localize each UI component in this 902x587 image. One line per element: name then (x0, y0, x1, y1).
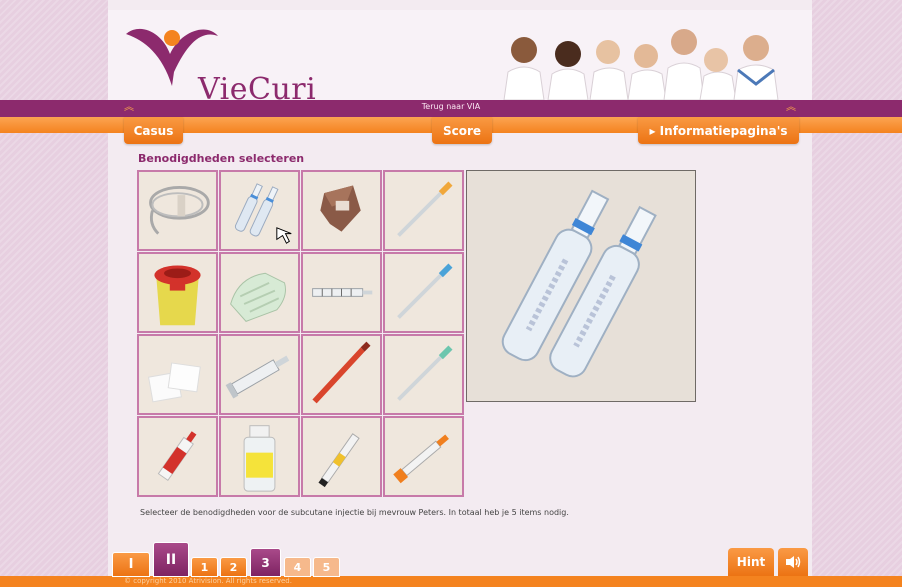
section-title: Benodigdheden selecteren (138, 152, 305, 165)
grid-item-needle-green[interactable] (383, 334, 464, 415)
prefilled-syringe-icon (318, 433, 360, 488)
back-to-via-link[interactable]: Terug naar VIA (0, 102, 902, 111)
grid-item-red-needle[interactable] (301, 334, 382, 415)
sharps-container-icon (154, 265, 201, 326)
phase-1-button[interactable]: I (112, 552, 150, 577)
needle-blue-icon (397, 263, 453, 319)
grid-item-insulin-syringe[interactable] (383, 416, 464, 497)
step-2-button[interactable]: 2 (220, 557, 247, 577)
grid-item-syringe-small[interactable] (301, 252, 382, 333)
informatiepaginas-tab[interactable]: ▸ Informatiepagina's (638, 117, 799, 144)
bandage-icon (320, 185, 361, 232)
sound-button[interactable] (778, 548, 808, 576)
step-3-button[interactable]: 3 (250, 548, 281, 577)
disinfectant-bottle-icon (243, 425, 276, 492)
grid-item-infusion-line[interactable] (137, 170, 218, 251)
grid-item-disinfectant-bottle[interactable] (219, 416, 300, 497)
grid-item-ampoules[interactable] (219, 170, 300, 251)
insulin-syringe-icon (393, 434, 449, 484)
grid-item-syringe-large[interactable] (219, 334, 300, 415)
item-preview (466, 170, 696, 402)
phase-2-button[interactable]: II (153, 542, 189, 577)
casus-tab[interactable]: Casus (124, 117, 183, 144)
ampoules-large-icon (501, 189, 657, 378)
header: VieCuri (108, 10, 812, 107)
grid-item-bandage[interactable] (301, 170, 382, 251)
prefilled-syringe-red-icon (157, 431, 197, 481)
step-1-button[interactable]: 1 (191, 557, 218, 577)
ampoules-icon (234, 183, 292, 244)
speaker-icon (786, 556, 801, 568)
gauze-icon (148, 362, 201, 403)
instruction-text: Selecteer de benodigdheden voor de subcu… (140, 508, 569, 517)
step-5-button[interactable]: 5 (313, 557, 340, 577)
needle-green-icon (397, 345, 453, 401)
grid-item-sharps-container[interactable] (137, 252, 218, 333)
grid-item-gauze[interactable] (137, 334, 218, 415)
step-4-button[interactable]: 4 (284, 557, 311, 577)
syringe-large-icon (225, 355, 290, 399)
grid-item-gloves[interactable] (219, 252, 300, 333)
needle-yellow-icon (397, 181, 453, 237)
red-needle-icon (312, 341, 371, 404)
copyright: © copyright 2010 Atrivision. All rights … (124, 577, 292, 585)
supplies-grid (137, 170, 466, 500)
hint-button[interactable]: Hint (728, 548, 774, 576)
staff-photo (494, 10, 812, 100)
grid-item-needle-blue[interactable] (383, 252, 464, 333)
score-tab[interactable]: Score (432, 117, 492, 144)
grid-item-prefilled-syringe[interactable] (301, 416, 382, 497)
chevron-up-icon: ︽ (786, 102, 796, 113)
grid-item-needle-yellow[interactable] (383, 170, 464, 251)
infusion-line-icon (149, 185, 210, 235)
syringe-small-icon (312, 288, 373, 297)
viecuri-logo: VieCuri (122, 24, 316, 107)
gloves-icon (230, 272, 286, 322)
grid-item-prefilled-syringe-red[interactable] (137, 416, 218, 497)
